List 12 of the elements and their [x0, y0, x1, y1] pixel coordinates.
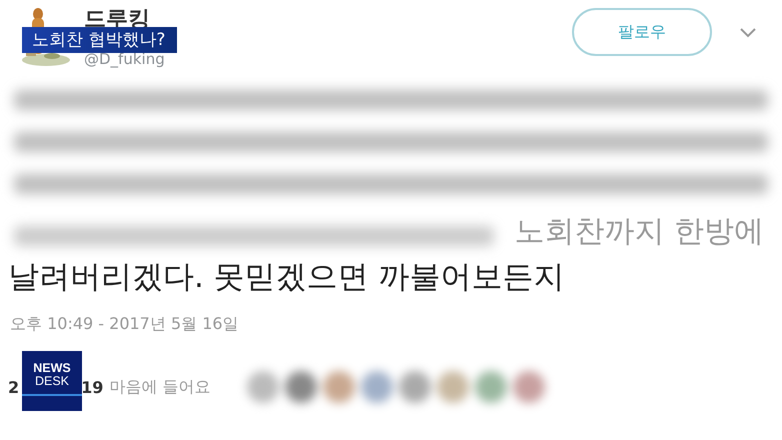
timestamp: 오후 10:49 - 2017년 5월 16일	[9, 313, 240, 335]
tweet-text: 날려버리겠다. 못믿겠으면 까불어보든지	[7, 258, 566, 297]
logo-text: DESK	[34, 375, 70, 388]
like-label: 마음에 들어요	[109, 376, 210, 398]
news-caption: 노회찬 협박했나?	[22, 27, 178, 53]
like-count: 19	[81, 378, 104, 396]
logo-text: NEWS	[33, 362, 71, 375]
tweet-text: 노회찬까지 한방에	[514, 213, 764, 251]
user-handle: @D_fuking	[84, 50, 165, 68]
chevron-down-icon[interactable]	[740, 28, 756, 38]
follow-button[interactable]: 팔로우	[572, 8, 712, 56]
retweet-count: 2	[8, 378, 20, 396]
